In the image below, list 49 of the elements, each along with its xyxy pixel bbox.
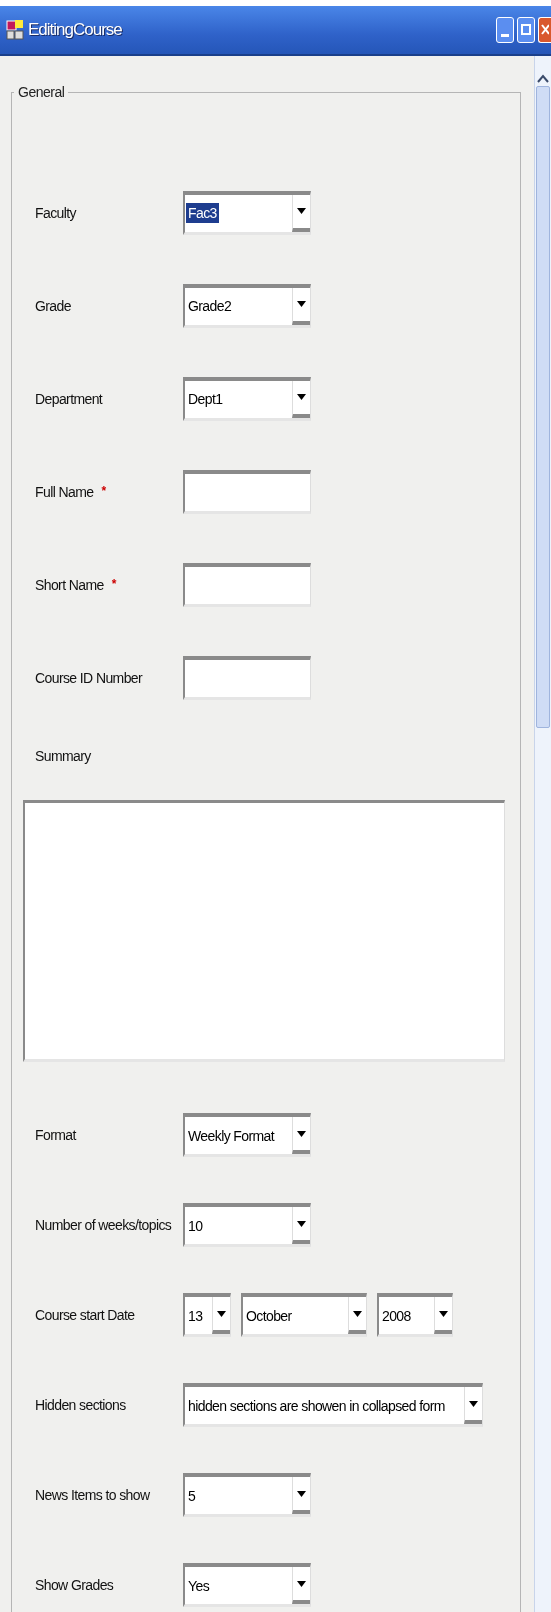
- dropdown-arrow-icon[interactable]: [464, 1387, 482, 1424]
- dropdown-arrow-icon[interactable]: [434, 1297, 452, 1334]
- field-label: Show Grades: [35, 1577, 114, 1593]
- dropdown-arrow-icon[interactable]: [292, 380, 310, 418]
- window-title: EditingCourse: [28, 20, 122, 40]
- dropdown-field[interactable]: October: [241, 1293, 367, 1337]
- minimize-icon[interactable]: [496, 17, 514, 43]
- field-label: Summary: [35, 748, 91, 764]
- dropdown-field[interactable]: Grade2: [183, 283, 311, 328]
- dropdown-field[interactable]: hidden sections are showen in collapsed form: [183, 1383, 483, 1427]
- dropdown-arrow-icon[interactable]: [348, 1297, 366, 1334]
- close-icon[interactable]: [538, 17, 551, 43]
- scroll-up-icon[interactable]: [537, 74, 549, 84]
- dropdown-field[interactable]: 2008: [377, 1293, 453, 1337]
- dropdown-field[interactable]: Weekly Format: [183, 1113, 311, 1157]
- required-mark: *: [111, 576, 117, 591]
- field-label: Faculty: [35, 204, 76, 221]
- text-field[interactable]: [183, 655, 311, 700]
- field-label: Hidden sections: [35, 1397, 126, 1413]
- dropdown-arrow-icon[interactable]: [292, 194, 310, 232]
- text-field[interactable]: [183, 469, 311, 514]
- field-label: Department: [35, 390, 103, 407]
- required-mark: *: [101, 483, 107, 498]
- dropdown-arrow-icon[interactable]: [292, 287, 310, 325]
- dropdown-arrow-icon[interactable]: [292, 1207, 310, 1244]
- field-label: Course ID Number: [35, 669, 143, 686]
- group-title: General: [17, 84, 66, 100]
- field-label: Format: [35, 1127, 76, 1143]
- field-label: Course start Date: [35, 1307, 135, 1323]
- text-field[interactable]: [183, 562, 311, 607]
- scrollbar[interactable]: [534, 56, 551, 1612]
- dropdown-field[interactable]: Dept1: [183, 376, 311, 421]
- dropdown-arrow-icon[interactable]: [212, 1297, 230, 1334]
- dropdown-arrow-icon[interactable]: [292, 1117, 310, 1154]
- dropdown-arrow-icon[interactable]: [292, 1567, 310, 1604]
- dropdown-field[interactable]: 10: [183, 1203, 311, 1247]
- dropdown-field[interactable]: Fac3: [183, 190, 311, 235]
- field-label: Number of weeks/topics: [35, 1217, 172, 1233]
- dropdown-field[interactable]: 13: [183, 1293, 231, 1337]
- maximize-icon[interactable]: [517, 17, 535, 43]
- window-icon: [6, 20, 24, 40]
- field-label: News Items to show: [35, 1487, 150, 1503]
- scroll-thumb[interactable]: [536, 86, 550, 728]
- dropdown-arrow-icon[interactable]: [292, 1477, 310, 1514]
- field-label: Grade: [35, 297, 71, 314]
- field-label: Short Name: [35, 576, 104, 593]
- dropdown-field[interactable]: Yes: [183, 1563, 311, 1607]
- field-label: Full Name: [35, 483, 94, 500]
- dropdown-field[interactable]: 5: [183, 1473, 311, 1517]
